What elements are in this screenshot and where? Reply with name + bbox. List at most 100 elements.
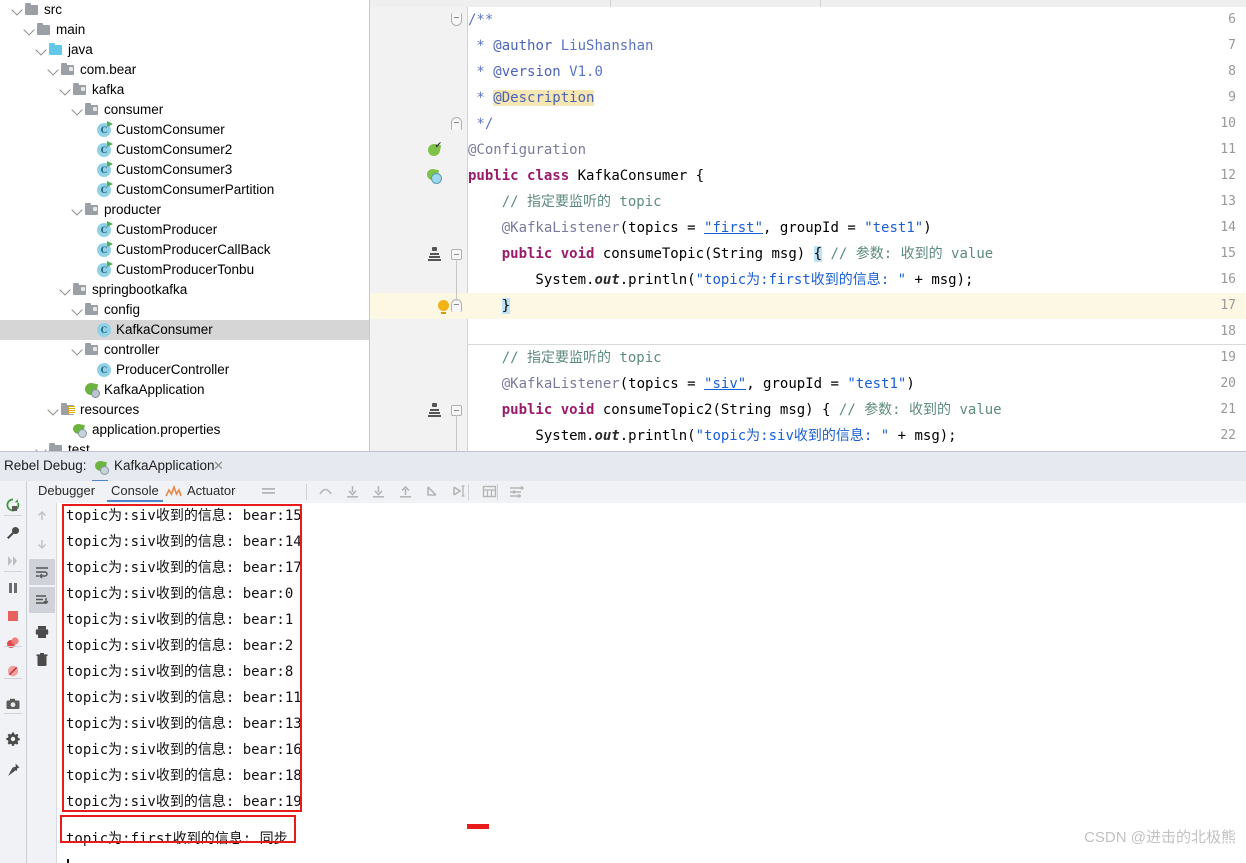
tree-item-consumer[interactable]: consumer <box>0 100 369 120</box>
code-line[interactable]: * @author LiuShanshan <box>468 33 653 59</box>
tree-item-springbootkafka[interactable]: springbootkafka <box>0 280 369 300</box>
intention-bulb-icon[interactable] <box>438 300 449 314</box>
console-output[interactable]: topic为:siv收到的信息: bear:15 topic为:siv收到的信息:… <box>57 503 1246 863</box>
tree-item-kafka[interactable]: kafka <box>0 80 369 100</box>
scroll-to-end-icon[interactable] <box>29 587 55 613</box>
chevron-down-icon[interactable] <box>23 20 36 40</box>
tree-item-customconsumer2[interactable]: C CustomConsumer2 <box>0 140 369 160</box>
code-line[interactable]: // 指定要监听的 topic <box>468 189 662 215</box>
tree-item-customconsumerpartition[interactable]: C CustomConsumerPartition <box>0 180 369 200</box>
layout-icon[interactable] <box>260 484 277 500</box>
soft-wrap-icon[interactable] <box>29 559 55 585</box>
editor-line-number-gutter[interactable] <box>370 7 445 451</box>
scroll-up-icon[interactable] <box>29 503 55 529</box>
debug-session-tab[interactable]: KafkaApplication ✕ <box>92 452 224 482</box>
settings-list-icon[interactable] <box>508 484 525 500</box>
code-line[interactable]: System.out.println("topic为:first收到的信息: "… <box>468 267 973 293</box>
debug-tab-console[interactable]: Console <box>107 483 163 502</box>
settings-gear-icon[interactable] <box>0 726 26 752</box>
code-line[interactable]: System.out.println("topic为:siv收到的信息: " +… <box>468 423 956 449</box>
chevron-down-icon[interactable] <box>35 40 48 60</box>
folder-icon <box>24 0 41 20</box>
tree-item-producercontroller[interactable]: C ProducerController <box>0 360 369 380</box>
tree-item-resources[interactable]: resources <box>0 400 369 420</box>
chevron-down-icon[interactable] <box>35 440 48 451</box>
chevron-down-icon[interactable] <box>71 300 84 320</box>
tree-item-producter[interactable]: producter <box>0 200 369 220</box>
debug-tab-actuator[interactable]: Actuator <box>165 483 235 498</box>
evaluate-expression-icon[interactable] <box>481 484 498 500</box>
tree-item-customconsumer3[interactable]: C CustomConsumer3 <box>0 160 369 180</box>
code-line[interactable]: // 指定要监听的 topic <box>468 345 662 371</box>
code-line[interactable]: */ <box>468 111 493 137</box>
pause-program-icon[interactable] <box>0 575 26 601</box>
tree-item-customproducercallback[interactable]: C CustomProducerCallBack <box>0 240 369 260</box>
editor-fold-gutter[interactable] <box>445 7 468 451</box>
code-line[interactable]: * @version V1.0 <box>468 59 602 85</box>
tree-item-customconsumer[interactable]: C CustomConsumer <box>0 120 369 140</box>
debug-tab-debugger[interactable]: Debugger <box>38 483 95 498</box>
drop-frame-icon[interactable] <box>424 484 441 500</box>
code-line[interactable]: * @Description <box>468 85 595 111</box>
tree-item-kafkaconsumer[interactable]: C KafkaConsumer <box>0 320 369 340</box>
java-class-runnable-icon: C <box>96 160 113 180</box>
spring-bean-navigate-icon[interactable] <box>425 167 442 184</box>
code-line[interactable]: @KafkaListener(topics = "siv", groupId =… <box>468 371 915 397</box>
code-line[interactable]: } <box>468 293 511 319</box>
tree-item-test[interactable]: test <box>0 440 369 451</box>
line-number: 21 <box>1220 402 1236 417</box>
print-icon[interactable] <box>29 619 55 645</box>
code-line[interactable]: /** <box>468 7 493 33</box>
close-icon[interactable]: ✕ <box>213 458 224 474</box>
code-line[interactable]: public class KafkaConsumer { <box>468 163 704 189</box>
code-editor[interactable]: 6 /** 7 * @author LiuShanshan 8 * @version … <box>370 0 1246 451</box>
tree-item-customproducer[interactable]: C CustomProducer <box>0 220 369 240</box>
debug-window-title: Rebel Debug: <box>4 458 87 473</box>
stop-icon[interactable] <box>0 603 26 629</box>
fold-expand-icon[interactable] <box>451 117 462 130</box>
chevron-down-icon[interactable] <box>71 100 84 120</box>
code-line[interactable]: public void consumeTopic2(String msg) { … <box>468 397 1002 423</box>
chevron-down-icon[interactable] <box>47 60 60 80</box>
settings-wrench-icon[interactable] <box>0 520 26 546</box>
view-breakpoints-icon[interactable] <box>0 630 26 656</box>
code-line[interactable]: public void consumeTopic(String msg) { /… <box>468 241 993 267</box>
console-side-toolbar[interactable] <box>27 503 57 863</box>
kafka-listener-gutter-icon[interactable] <box>428 403 441 417</box>
chevron-down-icon[interactable] <box>59 280 72 300</box>
chevron-down-icon[interactable] <box>71 200 84 220</box>
tree-item-kafkaapplication[interactable]: KafkaApplication <box>0 380 369 400</box>
chevron-down-icon[interactable] <box>47 400 60 420</box>
console-line: topic为:siv收到的信息: bear:16 <box>66 742 302 758</box>
toolbar-separator <box>4 713 22 714</box>
code-line[interactable]: @KafkaListener(topics = "first", groupId… <box>468 215 932 241</box>
step-over-icon[interactable] <box>317 484 334 500</box>
chevron-down-icon[interactable] <box>59 80 72 100</box>
chevron-down-icon[interactable] <box>71 340 84 360</box>
clear-all-icon[interactable] <box>29 647 55 673</box>
step-into-icon[interactable] <box>344 484 361 500</box>
toolbar-separator <box>4 571 22 572</box>
step-out-icon[interactable] <box>397 484 414 500</box>
pin-tab-icon[interactable] <box>0 757 26 783</box>
fold-collapse-icon[interactable] <box>451 13 462 26</box>
kafka-listener-gutter-icon[interactable] <box>428 247 441 261</box>
debug-left-toolbar[interactable] <box>0 481 27 863</box>
tree-item-customproducertonbu[interactable]: C CustomProducerTonbu <box>0 260 369 280</box>
tree-item-com-bear[interactable]: com.bear <box>0 60 369 80</box>
force-step-into-icon[interactable] <box>370 484 387 500</box>
spring-bean-gutter-icon[interactable]: ✔ <box>426 141 442 158</box>
code-line[interactable]: @Configuration <box>468 137 586 163</box>
project-tree[interactable]: src main java com.bear kafka consumer C CustomC… <box>0 0 369 451</box>
tree-item-main[interactable]: main <box>0 20 369 40</box>
mute-breakpoints-icon[interactable] <box>0 658 26 684</box>
tree-item-controller[interactable]: controller <box>0 340 369 360</box>
scroll-down-icon[interactable] <box>29 531 55 557</box>
tree-item-config[interactable]: config <box>0 300 369 320</box>
tree-item-java[interactable]: java <box>0 40 369 60</box>
tree-item-application-properties[interactable]: application.properties <box>0 420 369 440</box>
debug-sub-toolbar[interactable]: Debugger Console Actuator <box>27 481 1246 504</box>
chevron-down-icon[interactable] <box>11 0 24 20</box>
tree-item-src[interactable]: src <box>0 0 369 20</box>
run-to-cursor-icon[interactable] <box>451 484 468 500</box>
